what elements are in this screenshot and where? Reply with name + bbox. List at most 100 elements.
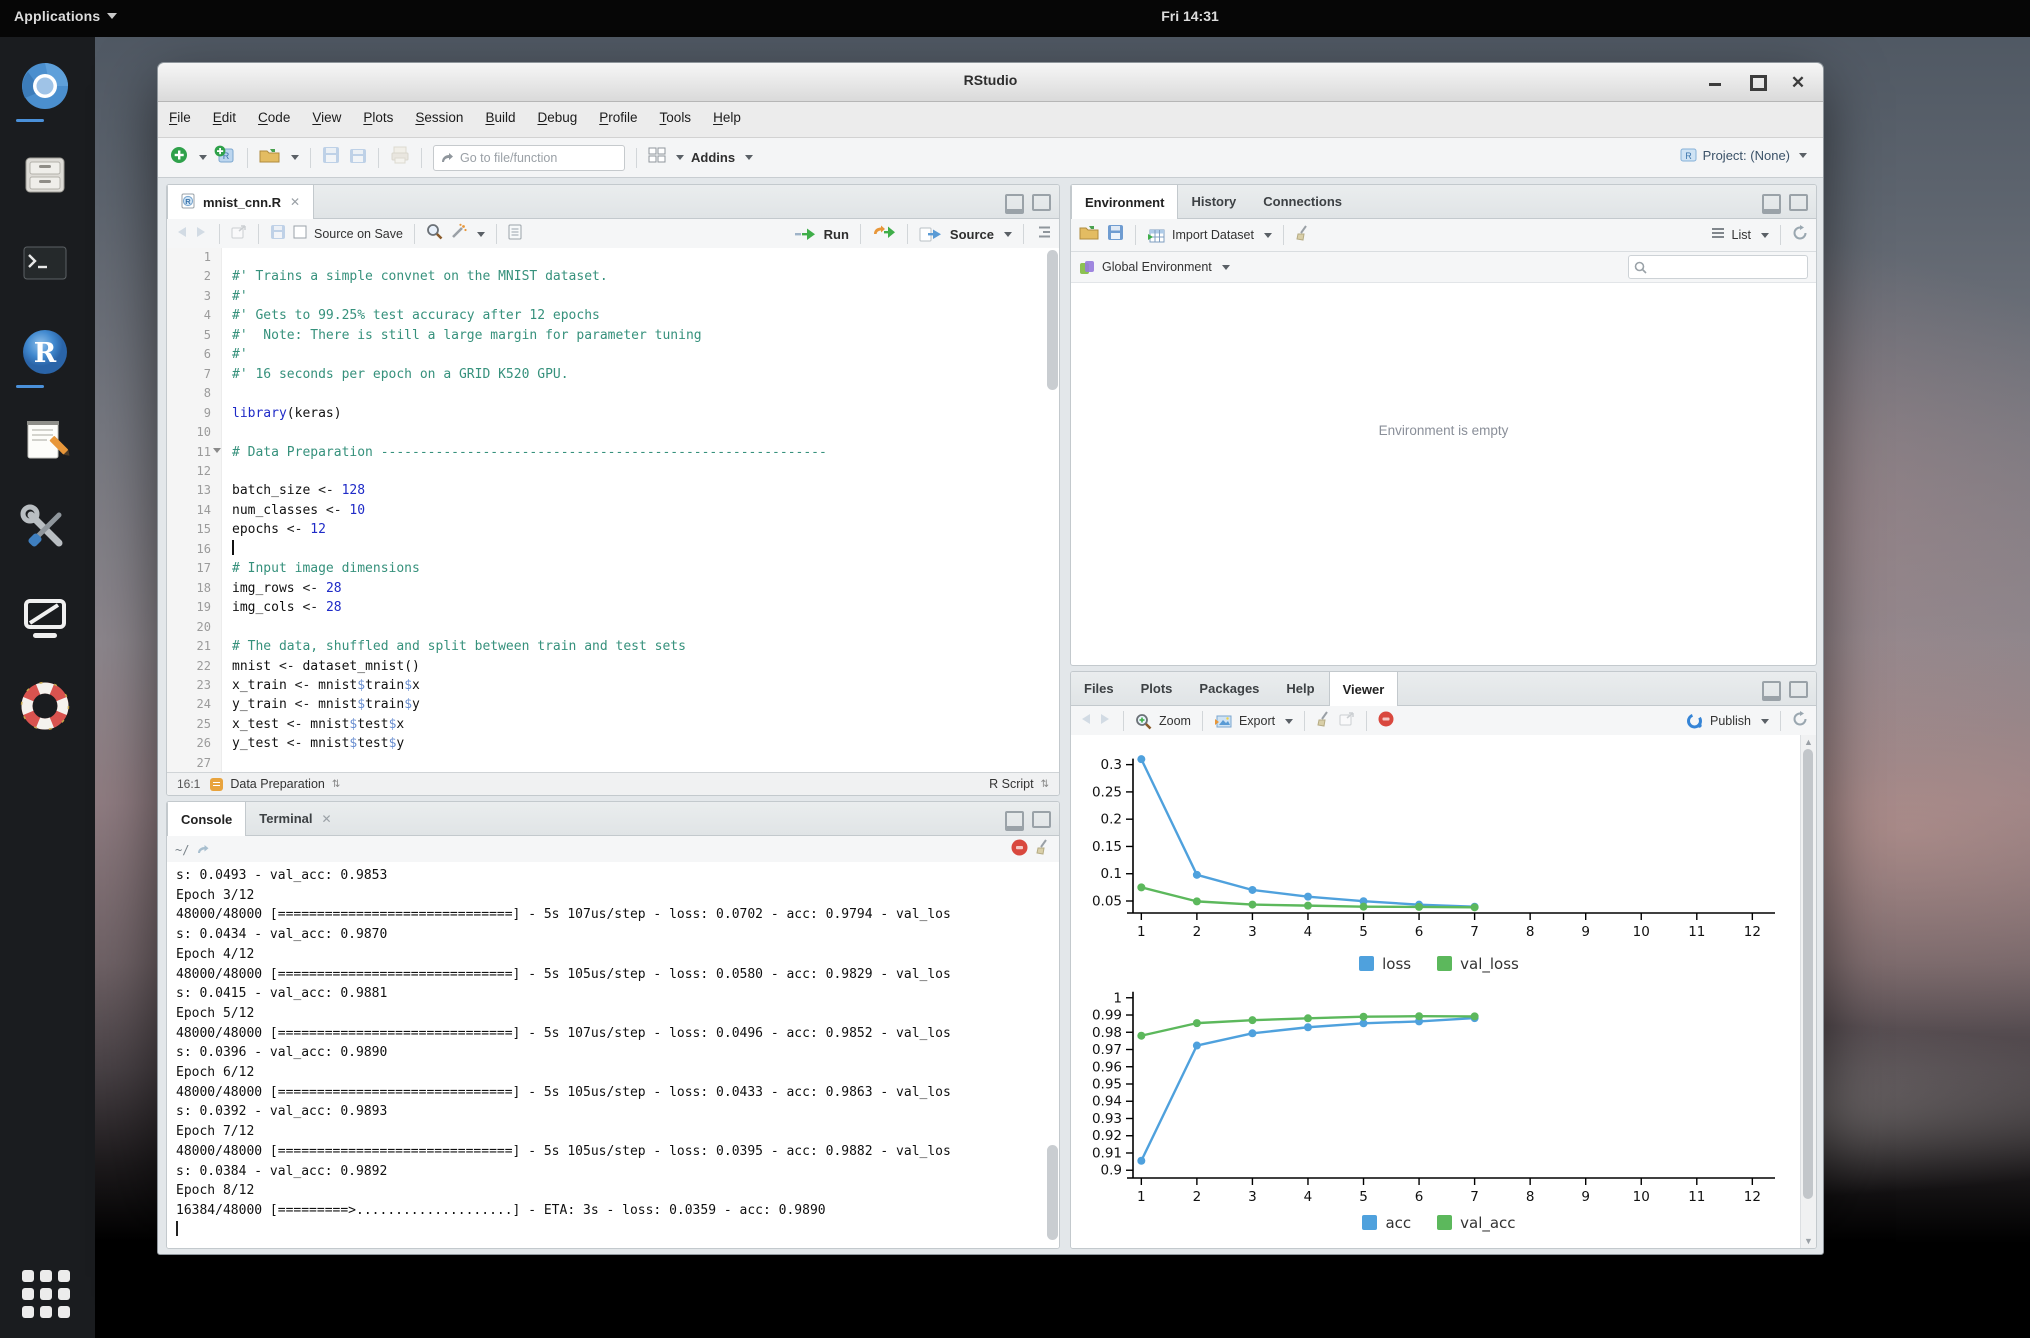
addins-button[interactable]: Addins — [691, 150, 735, 165]
minimize-button[interactable] — [1702, 71, 1728, 93]
interrupt-button[interactable] — [1011, 839, 1028, 861]
print-button[interactable] — [390, 146, 410, 169]
code-editor[interactable]: 12#' Trains a simple convnet on the MNIS… — [167, 248, 1059, 773]
clear-viewer-icon[interactable] — [1316, 711, 1332, 732]
tab-plots[interactable]: Plots — [1128, 672, 1187, 705]
project-menu[interactable]: R Project: (None) — [1680, 147, 1807, 163]
maximize-pane-icon[interactable] — [1789, 194, 1808, 211]
new-project-button[interactable]: R — [214, 145, 236, 170]
dock-item-help-lifesaver[interactable] — [17, 678, 77, 738]
maximize-button[interactable] — [1745, 71, 1771, 93]
export-button[interactable]: Export — [1214, 714, 1293, 729]
pane-layout-button[interactable] — [648, 147, 666, 168]
code-tools-caret-icon[interactable] — [477, 232, 485, 237]
popout-icon[interactable] — [231, 225, 247, 244]
tab-help[interactable]: Help — [1273, 672, 1328, 705]
popout-icon[interactable] — [1339, 712, 1355, 731]
clear-console-icon[interactable] — [1035, 839, 1051, 860]
viewer-scrollbar[interactable]: ▲ ▼ — [1800, 735, 1816, 1248]
close-button[interactable]: ✕ — [1785, 71, 1811, 95]
zoom-button[interactable]: Zoom — [1135, 713, 1191, 730]
rerun-button[interactable] — [872, 225, 896, 244]
clock[interactable]: Fri 14:31 — [1120, 8, 1260, 24]
menu-item-view[interactable]: View — [301, 102, 352, 125]
dock-item-terminal[interactable] — [17, 235, 77, 295]
find-icon[interactable] — [426, 223, 443, 245]
minimize-pane-icon[interactable] — [1762, 681, 1781, 701]
dock-item-tools[interactable] — [17, 501, 77, 561]
tab-terminal[interactable]: Terminal✕ — [246, 802, 345, 835]
menu-item-plots[interactable]: Plots — [352, 102, 404, 125]
fold-arrow-icon[interactable] — [213, 448, 221, 453]
menu-item-session[interactable]: Session — [404, 102, 474, 125]
addins-caret-icon[interactable] — [745, 155, 753, 160]
document-outline-icon[interactable] — [1035, 225, 1051, 244]
forward-icon[interactable] — [195, 225, 208, 243]
source-on-save-checkbox[interactable] — [293, 225, 307, 244]
menu-item-edit[interactable]: Edit — [202, 102, 247, 125]
dock-item-r-project[interactable]: R — [17, 324, 77, 384]
minimize-pane-icon[interactable] — [1762, 194, 1781, 214]
maximize-pane-icon[interactable] — [1032, 811, 1051, 828]
environment-scope-label[interactable]: Global Environment — [1102, 260, 1212, 274]
menu-item-profile[interactable]: Profile — [588, 102, 648, 125]
maximize-pane-icon[interactable] — [1032, 194, 1051, 211]
stop-button[interactable] — [1378, 711, 1394, 732]
tab-mnist-cnn-r[interactable]: Rmnist_cnn.R✕ — [167, 185, 314, 219]
working-directory[interactable]: ~/ — [175, 843, 189, 857]
scope-selector[interactable]: Data Preparation⇅ — [210, 777, 340, 791]
minimize-pane-icon[interactable] — [1005, 811, 1024, 831]
refresh-icon[interactable] — [1792, 225, 1808, 246]
menu-item-tools[interactable]: Tools — [649, 102, 703, 125]
save-all-button[interactable] — [347, 146, 367, 169]
scrollbar-thumb[interactable] — [1803, 749, 1813, 1199]
window-titlebar[interactable]: RStudio ✕ — [158, 63, 1823, 102]
tab-environment[interactable]: Environment — [1071, 185, 1178, 219]
menu-item-code[interactable]: Code — [247, 102, 301, 125]
list-view-icon[interactable] — [1711, 226, 1725, 244]
maximize-pane-icon[interactable] — [1789, 681, 1808, 698]
tab-viewer[interactable]: Viewer — [1329, 672, 1399, 706]
tab-files[interactable]: Files — [1071, 672, 1128, 705]
goto-file-input[interactable]: Go to file/function — [433, 145, 625, 171]
environment-scope-caret-icon[interactable] — [1222, 265, 1230, 270]
environment-search-input[interactable] — [1628, 255, 1808, 279]
run-button[interactable]: Run — [794, 227, 849, 242]
scroll-down-icon[interactable]: ▼ — [1801, 1236, 1816, 1246]
refresh-icon[interactable] — [1792, 711, 1808, 732]
back-icon[interactable] — [175, 225, 188, 243]
load-workspace-icon[interactable] — [1079, 225, 1100, 246]
new-file-caret-icon[interactable] — [199, 155, 207, 160]
close-icon[interactable]: ✕ — [290, 195, 300, 209]
menu-item-help[interactable]: Help — [702, 102, 752, 125]
minimize-pane-icon[interactable] — [1005, 194, 1024, 214]
close-icon[interactable]: ✕ — [322, 812, 332, 826]
editor-scrollbar[interactable] — [1047, 250, 1058, 390]
menu-item-build[interactable]: Build — [474, 102, 526, 125]
scroll-up-icon[interactable]: ▲ — [1801, 737, 1816, 747]
pane-layout-caret-icon[interactable] — [676, 155, 684, 160]
new-file-button[interactable] — [170, 146, 189, 170]
clear-workspace-icon[interactable] — [1295, 225, 1311, 246]
list-view-caret-icon[interactable] — [1761, 233, 1769, 238]
dock-item-chromium-browser[interactable] — [17, 58, 77, 118]
menu-item-file[interactable]: File — [158, 102, 202, 125]
import-dataset-button[interactable]: Import Dataset — [1147, 228, 1272, 243]
back-icon[interactable] — [1079, 712, 1092, 730]
publish-button[interactable]: Publish — [1686, 713, 1769, 729]
save-doc-icon[interactable] — [270, 224, 286, 245]
tab-packages[interactable]: Packages — [1186, 672, 1273, 705]
file-type-selector[interactable]: R Script⇅ — [989, 777, 1049, 791]
forward-icon[interactable] — [1099, 712, 1112, 730]
dock-item-text-editor[interactable] — [17, 412, 77, 472]
save-workspace-icon[interactable] — [1107, 224, 1124, 246]
dock-item-display[interactable] — [17, 589, 77, 649]
console-scrollbar[interactable] — [1047, 1145, 1058, 1240]
goto-directory-icon[interactable] — [196, 844, 210, 855]
apps-grid-button[interactable] — [22, 1270, 74, 1322]
compile-report-icon[interactable] — [508, 224, 522, 245]
dock-item-file-manager[interactable] — [17, 147, 77, 207]
tab-history[interactable]: History — [1178, 185, 1250, 218]
console-output[interactable]: s: 0.0493 - val_acc: 0.9853Epoch 3/12480… — [167, 862, 1059, 1248]
tab-console[interactable]: Console — [167, 802, 246, 836]
